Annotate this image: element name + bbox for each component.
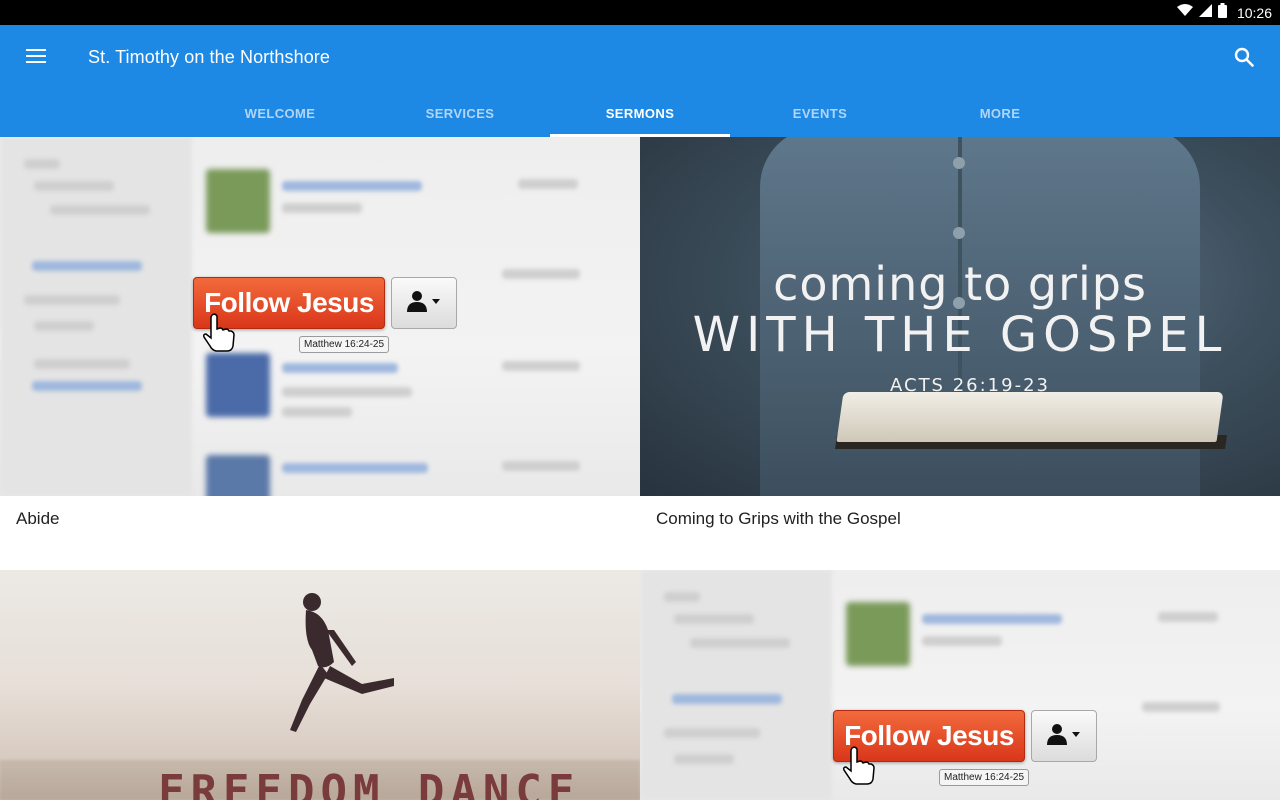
tab-more[interactable]: MORE [910,89,1090,137]
hamburger-menu-icon [26,48,46,68]
sermon-thumbnail: Follow Jesus Matthew 16:24-25 [640,570,1280,800]
scripture-reference: Matthew 16:24-25 [299,336,390,353]
sermon-card-abide[interactable]: Follow Jesus Matthew 16:24-25 Abide [0,137,640,570]
wifi-icon [1176,3,1193,22]
person-icon [1047,723,1081,750]
tab-services[interactable]: SERVICES [370,89,550,137]
scripture-reference: ACTS 26:19-23 [890,375,1050,396]
sermon-grid: Follow Jesus Matthew 16:24-25 Abide comi… [0,137,1280,800]
scripture-reference: Matthew 16:24-25 [939,769,1030,786]
sermon-title: Coming to Grips with the Gospel [656,509,901,528]
user-dropdown-graphic [391,277,457,329]
hand-cursor-icon [202,313,236,358]
status-icons: 10:26 [1176,0,1272,25]
tab-sermons[interactable]: SERMONS [550,89,730,137]
tab-welcome[interactable]: WELCOME [190,89,370,137]
image-text-line2: WITH THE GOSPEL [692,307,1228,363]
search-button[interactable] [1228,43,1260,75]
jumping-person-graphic [282,590,402,745]
app-title: St. Timothy on the Northshore [88,47,331,67]
status-bar: 10:26 [0,0,1280,25]
open-bible-graphic [836,392,1224,442]
user-dropdown-graphic [1031,710,1097,762]
tab-bar: WELCOME SERVICES SERMONS EVENTS MORE [190,89,1090,137]
sermon-card-freedom-dance[interactable]: FREEDOM DANCE [0,570,640,800]
search-icon [1234,47,1254,72]
sermon-thumbnail: Follow Jesus Matthew 16:24-25 [0,137,640,496]
sermon-title: Abide [16,509,60,528]
image-text-line1: coming to grips [773,257,1147,311]
signal-icon [1198,3,1212,22]
battery-icon [1217,2,1227,23]
person-icon [407,290,441,317]
sermon-thumbnail: coming to grips WITH THE GOSPEL ACTS 26:… [640,137,1280,496]
status-time: 10:26 [1236,4,1272,21]
tab-events[interactable]: EVENTS [730,89,910,137]
hand-cursor-icon [842,746,876,791]
sermon-card-follow-jesus[interactable]: Follow Jesus Matthew 16:24-25 [640,570,1280,800]
app-bar: St. Timothy on the Northshore WELCOME SE… [0,25,1280,137]
sermon-card-coming-to-grips[interactable]: coming to grips WITH THE GOSPEL ACTS 26:… [640,137,1280,570]
image-text: FREEDOM DANCE [158,766,581,800]
menu-button[interactable] [16,40,56,76]
sermon-thumbnail: FREEDOM DANCE [0,570,640,800]
